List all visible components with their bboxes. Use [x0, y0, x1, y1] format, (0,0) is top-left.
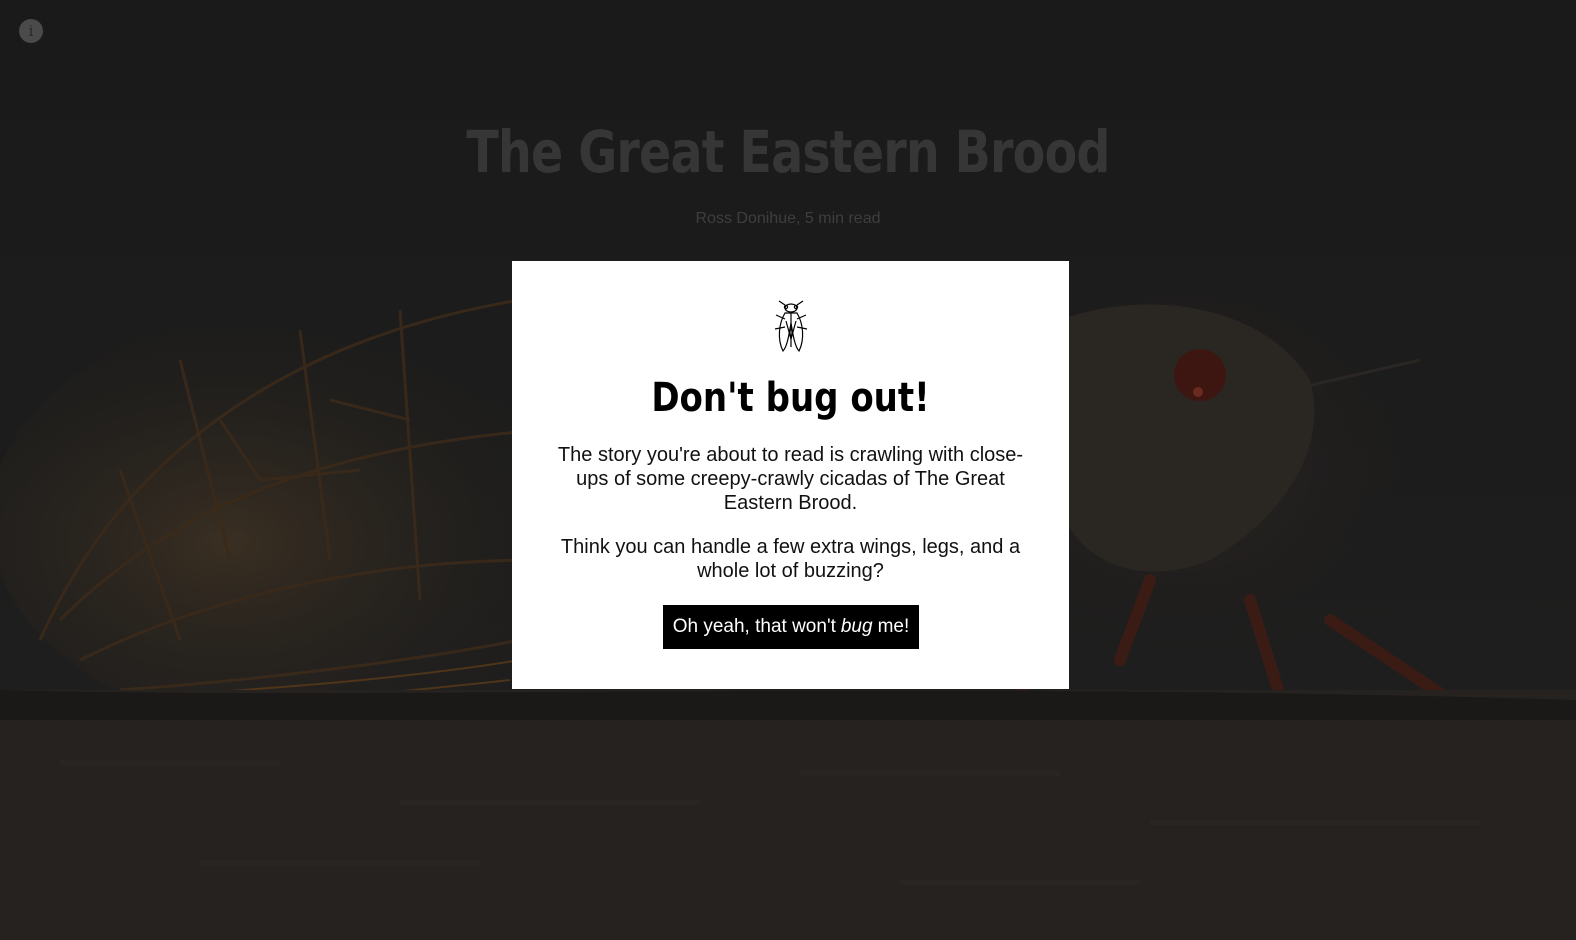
- confirm-button-text-start: Oh yeah, that won't: [672, 616, 836, 637]
- cicada-icon: [774, 300, 807, 353]
- branch: [0, 690, 1576, 940]
- modal-paragraph-question: Think you can handle a few extra wings, …: [560, 536, 1021, 582]
- info-icon[interactable]: i: [19, 19, 43, 43]
- confirm-button[interactable]: Oh yeah, that won't bug me!: [663, 605, 919, 649]
- article-byline: Ross Donihue, 5 min read: [695, 210, 881, 227]
- confirm-button-text-end: me!: [877, 616, 910, 637]
- modal-title: Don't bug out!: [651, 375, 930, 421]
- modal-paragraph-warning: The story you're about to read is crawli…: [557, 444, 1024, 514]
- content-warning-modal: Don't bug out! The story you're about to…: [512, 261, 1069, 689]
- article-title: The Great Eastern Brood: [466, 118, 1110, 186]
- confirm-button-emphasis: bug: [840, 616, 873, 637]
